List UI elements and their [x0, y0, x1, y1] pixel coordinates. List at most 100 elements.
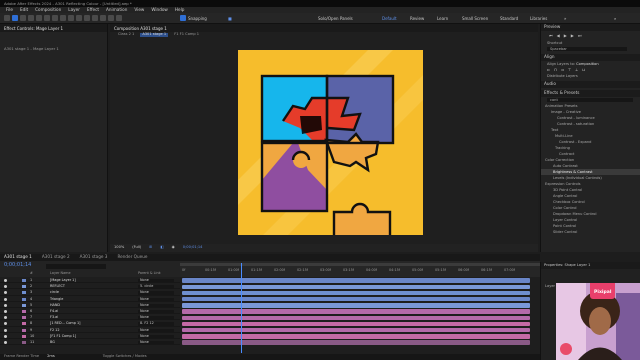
comp-subtab-1[interactable]: Class 2 1 — [118, 33, 134, 37]
camera-snapshot-icon[interactable]: ◉ — [172, 246, 175, 250]
parent-dropdown[interactable]: None — [138, 290, 174, 295]
parent-dropdown[interactable]: None — [138, 334, 174, 339]
layer-duration-bar[interactable] — [182, 284, 530, 290]
layer-duration-bar[interactable] — [182, 290, 530, 296]
prev-frame-icon[interactable]: ◀ — [557, 33, 560, 38]
parent-dropdown[interactable]: None — [138, 328, 174, 332]
eye-icon[interactable] — [4, 322, 7, 326]
label-color-swatch[interactable] — [22, 291, 26, 295]
label-color-swatch[interactable] — [22, 334, 26, 338]
layer-row[interactable]: 8 [1 RED... Comp 1] 8. F2 12 — [0, 321, 180, 327]
brush-tool-icon[interactable] — [84, 15, 90, 21]
effects-search-input[interactable]: cont — [547, 98, 633, 102]
parent-dropdown[interactable]: None — [138, 340, 174, 345]
more-workspaces-icon[interactable]: » — [564, 17, 566, 21]
mask-icon[interactable]: ◧ — [160, 246, 163, 250]
align-top-icon[interactable]: ⊤ — [568, 68, 571, 72]
eye-icon[interactable] — [4, 285, 7, 289]
play-icon[interactable]: ▶ — [564, 33, 567, 38]
layer-duration-bar[interactable] — [182, 278, 530, 283]
pen-tool-icon[interactable] — [68, 15, 74, 21]
composition-canvas[interactable] — [238, 50, 423, 235]
label-color-swatch[interactable] — [22, 279, 26, 282]
menu-help[interactable]: Help — [175, 7, 185, 12]
label-color-swatch[interactable] — [22, 316, 26, 320]
selection-tool-icon[interactable] — [12, 15, 18, 21]
layer-name[interactable]: BG — [50, 340, 55, 344]
label-color-swatch[interactable] — [22, 328, 26, 332]
first-frame-icon[interactable]: ⏮ — [549, 33, 553, 38]
effects-presets-header[interactable]: Effects & Presets — [544, 91, 579, 95]
align-vcenter-icon[interactable]: ⊥ — [575, 68, 578, 72]
comp-timecode[interactable]: 0;00;01;14 — [183, 246, 203, 250]
zoom-tool-icon[interactable] — [28, 15, 34, 21]
layer-row[interactable]: 6 F4.ai None — [0, 309, 180, 315]
timeline-ruler[interactable]: 0f 00:15f 01:00f 01:15f 02:00f 02:15f 03:00f 03… — [180, 261, 540, 277]
next-frame-icon[interactable]: ▶ — [571, 33, 574, 38]
clone-tool-icon[interactable] — [92, 15, 98, 21]
layer-name[interactable]: [Mage Layer 1] — [50, 278, 76, 282]
layer-row[interactable]: 5 HAND None — [0, 303, 180, 308]
render-queue-tab[interactable]: Render Queue — [117, 255, 147, 259]
align-left-icon[interactable]: ⊏ — [547, 68, 550, 72]
layer-name[interactable]: F4.ai — [50, 309, 58, 313]
snapping-checkbox[interactable] — [180, 15, 186, 21]
hand-tool-icon[interactable] — [20, 15, 26, 21]
layer-name[interactable]: [F1 F1 Comp 1] — [50, 334, 76, 338]
label-color-swatch[interactable] — [22, 297, 26, 301]
timeline-search-input[interactable] — [46, 264, 106, 269]
roto-tool-icon[interactable] — [108, 15, 114, 21]
eye-icon[interactable] — [4, 297, 7, 301]
layer-name[interactable]: REFLECT — [50, 284, 65, 288]
menu-file[interactable]: File — [6, 7, 13, 12]
layer-duration-bar[interactable] — [182, 340, 530, 345]
align-right-icon[interactable]: ⊐ — [561, 68, 564, 72]
layer-duration-bar[interactable] — [182, 303, 530, 308]
type-tool-icon[interactable] — [76, 15, 82, 21]
eye-icon[interactable] — [4, 291, 7, 295]
parent-dropdown[interactable]: None — [138, 297, 174, 301]
menu-composition[interactable]: Composition — [35, 7, 61, 12]
workspace-standard[interactable]: Standard — [500, 17, 518, 21]
parent-dropdown[interactable]: None — [138, 278, 174, 283]
eye-icon[interactable] — [4, 303, 7, 307]
parent-dropdown[interactable]: None — [138, 315, 174, 320]
eye-icon[interactable] — [4, 316, 7, 320]
menu-layer[interactable]: Layer — [68, 7, 80, 12]
timeline-tab-stage-1[interactable]: A301 stage 1 — [4, 255, 32, 259]
rotate-tool-icon[interactable] — [36, 15, 42, 21]
label-color-swatch[interactable] — [22, 341, 26, 344]
timeline-tab-stage-3[interactable]: A301 stage 3 — [80, 255, 108, 259]
label-color-swatch[interactable] — [22, 303, 26, 307]
tab-composition[interactable]: Composition A301 stage 1 — [114, 26, 167, 31]
comp-subtab-3[interactable]: F1 F1 Comp 1 — [174, 33, 199, 37]
parent-dropdown[interactable]: 5. circle — [138, 284, 174, 289]
eye-icon[interactable] — [4, 279, 7, 282]
tab-effect-controls[interactable]: Effect Controls: Mage Layer 1 — [4, 26, 63, 31]
eraser-tool-icon[interactable] — [100, 15, 106, 21]
layer-duration-bar[interactable] — [182, 315, 530, 321]
workspace-learn[interactable]: Learn — [437, 17, 448, 21]
menu-window[interactable]: Window — [151, 7, 168, 12]
align-target-dropdown[interactable]: Composition — [576, 62, 598, 66]
layer-name[interactable]: circle — [50, 290, 59, 294]
layer-row[interactable]: 10 [F1 F1 Comp 1] None — [0, 334, 180, 339]
shortcut-dropdown[interactable]: Spacebar — [547, 47, 627, 51]
layer-row[interactable]: 2 REFLECT 5. circle — [0, 284, 180, 290]
comp-subtab-2[interactable]: A301 stage 1 — [140, 33, 169, 37]
layer-row[interactable]: 4 Triangle None — [0, 297, 180, 302]
workspace-default[interactable]: Default — [382, 17, 397, 21]
layer-row[interactable]: 1 [Mage Layer 1] None — [0, 278, 180, 284]
audio-header[interactable]: Audio — [544, 82, 556, 86]
toggle-switches-modes[interactable]: Toggle Switches / Modes — [103, 355, 147, 359]
quality-dropdown[interactable]: (Full) — [132, 246, 141, 250]
menu-view[interactable]: View — [134, 7, 144, 12]
timeline-tab-stage-2[interactable]: A301 stage 2 — [42, 255, 70, 259]
label-color-swatch[interactable] — [22, 285, 26, 289]
layer-name[interactable]: F3.ai — [50, 315, 58, 319]
layer-row[interactable]: 3 circle None — [0, 290, 180, 296]
layer-row[interactable]: 9 F2 12 None — [0, 328, 180, 333]
playhead[interactable] — [241, 263, 242, 353]
parent-dropdown[interactable]: 8. F2 12 — [138, 321, 174, 326]
layer-duration-bar[interactable] — [182, 321, 530, 327]
